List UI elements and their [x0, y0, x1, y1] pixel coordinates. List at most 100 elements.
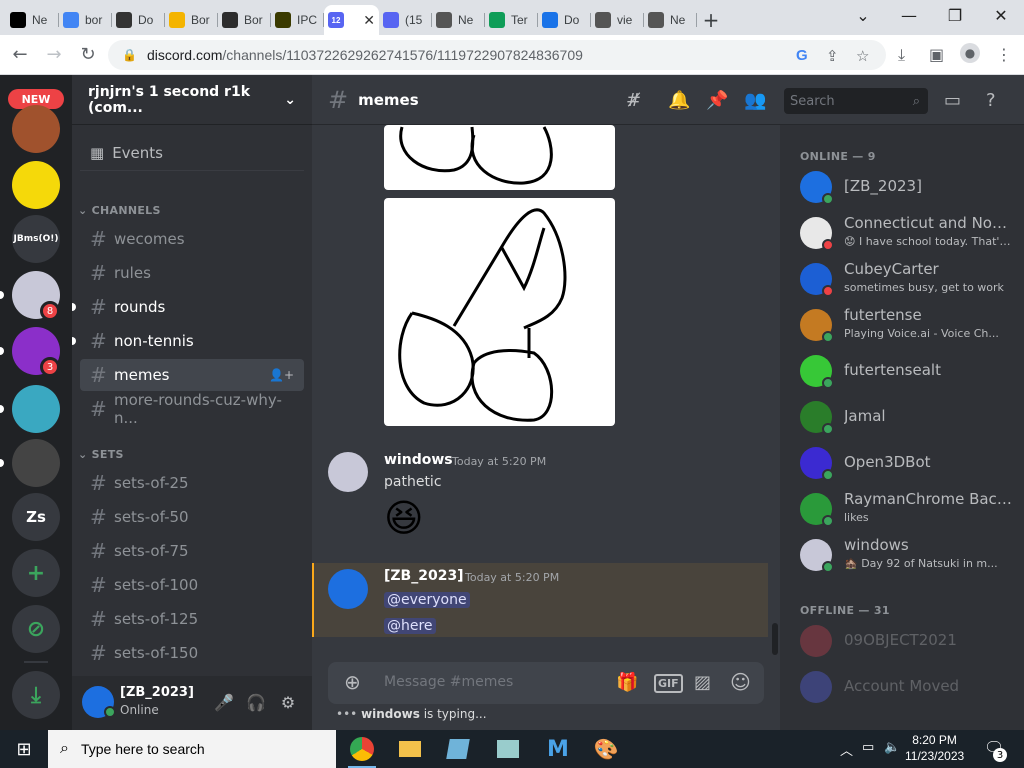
emoji-picker-icon[interactable]: ☺ [730, 670, 751, 694]
member-item-offline[interactable]: Account Moved [788, 665, 1016, 709]
browser-tab[interactable]: 12 ✕ [324, 5, 379, 35]
explore-servers-icon[interactable]: ⊘ [12, 605, 60, 653]
browser-tab[interactable]: Ne [432, 5, 485, 35]
channel-sets-of-125[interactable]: # sets-of-125 [80, 603, 304, 635]
profile-icon[interactable]: ● [960, 43, 980, 63]
message-author[interactable]: [ZB_2023] [384, 568, 464, 584]
close-window-icon[interactable]: ✕ [978, 0, 1024, 30]
member-item[interactable]: windows 🏚️ Day 92 of Natsuki in m... [788, 533, 1016, 577]
channel-wecomes[interactable]: # wecomes [80, 223, 304, 255]
mention-here[interactable]: @here [384, 615, 436, 634]
browser-tab[interactable]: bor [59, 5, 112, 35]
server-header[interactable]: rjnjrn's 1 second r1k (com... ⌄ [72, 75, 312, 125]
minimize-icon[interactable]: — [886, 0, 932, 30]
deafen-icon[interactable]: 🎧 [246, 692, 266, 712]
tray-chevron-icon[interactable]: ︿ [840, 740, 853, 759]
member-item-offline[interactable]: 09OBJECT2021 [788, 619, 1016, 663]
invite-member-icon[interactable]: 👤+ [269, 368, 294, 382]
channel-memes[interactable]: # memes 👤+ [80, 359, 304, 391]
drawing-image[interactable] [384, 198, 615, 426]
back-icon[interactable]: ← [6, 41, 34, 69]
download-icon[interactable]: ⤓ [898, 45, 905, 65]
close-tab-icon[interactable]: ✕ [363, 12, 375, 29]
network-icon[interactable]: ▭ [862, 740, 874, 755]
chrome-taskbar-icon[interactable] [340, 730, 384, 768]
reload-icon[interactable]: ↻ [74, 41, 102, 69]
app-taskbar-icon[interactable]: M [536, 730, 580, 768]
download-apps-icon[interactable]: ⤓ [12, 671, 60, 719]
browser-tab[interactable]: Ne [644, 5, 697, 35]
browser-tab[interactable]: Do [112, 5, 165, 35]
channel-rules[interactable]: # rules [80, 257, 304, 289]
tab-search-icon[interactable]: ⌄ [840, 0, 886, 30]
channel-more-rounds[interactable]: # more-rounds-cuz-why-n... [80, 391, 304, 427]
windows-start-icon[interactable]: ⊞ [0, 730, 48, 768]
channel-sets-of-50[interactable]: # sets-of-50 [80, 501, 304, 533]
member-item[interactable]: futertensealt [788, 349, 1016, 393]
gif-icon[interactable]: GIF [654, 674, 683, 693]
channel-sets-of-25[interactable]: # sets-of-25 [80, 467, 304, 499]
paint-taskbar-icon[interactable]: 🎨 [584, 730, 628, 768]
avatar[interactable] [328, 452, 368, 492]
avatar[interactable] [328, 569, 368, 609]
member-item[interactable]: RaymanChrome Back... likes [788, 487, 1016, 531]
pin-icon[interactable]: 📌 [706, 90, 728, 111]
browser-tab[interactable]: Bor [218, 5, 271, 35]
mention-everyone[interactable]: @everyone [384, 589, 470, 608]
browser-tab[interactable]: Bor [165, 5, 218, 35]
drawing-image-top[interactable] [384, 125, 615, 190]
add-attachment-icon[interactable]: ⊕ [344, 670, 361, 694]
forward-icon[interactable]: → [40, 41, 68, 69]
member-item[interactable]: futertense Playing Voice.ai - Voice Ch... [788, 303, 1016, 347]
member-list-icon[interactable]: 👥 [744, 90, 766, 111]
browser-tab[interactable]: IPC [271, 5, 324, 35]
events-item[interactable]: ▦ Events [80, 135, 304, 171]
settings-gear-icon[interactable]: ⚙ [278, 692, 298, 712]
app-taskbar-icon[interactable] [436, 730, 480, 768]
channel-sets-of-100[interactable]: # sets-of-100 [80, 569, 304, 601]
share-icon[interactable]: ⇪ [826, 47, 839, 65]
member-item[interactable]: CubeyCarter sometimes busy, get to work [788, 257, 1016, 301]
channel-non-tennis[interactable]: # non-tennis [72, 325, 304, 357]
google-lens-icon[interactable]: G [796, 47, 808, 64]
url-text[interactable]: discord.com/channels/1103722629262741576… [147, 47, 583, 63]
food-server-icon[interactable] [12, 105, 60, 153]
inbox-icon[interactable]: ▭ [944, 90, 961, 111]
bookmark-star-icon[interactable]: ☆ [856, 47, 869, 65]
file-explorer-icon[interactable] [388, 730, 432, 768]
browser-tab[interactable]: Ne [6, 5, 59, 35]
maximize-icon[interactable]: ❐ [932, 0, 978, 30]
volume-icon[interactable]: 🔈 [884, 740, 900, 755]
message-input[interactable] [384, 674, 604, 690]
gift-icon[interactable]: 🎁 [616, 672, 638, 693]
blob-server-icon[interactable] [12, 385, 60, 433]
side-panel-icon[interactable]: ▣ [929, 45, 944, 64]
member-item[interactable]: Jamal [788, 395, 1016, 439]
category-sets[interactable]: ⌄ SETS [78, 448, 124, 461]
add-server-icon[interactable]: + [12, 549, 60, 597]
message-item[interactable]: windows Today at 5:20 PM pathetic 😆 [312, 450, 780, 550]
text-server-icon[interactable]: JBms(O!) [12, 215, 60, 263]
browser-tab[interactable]: (15 [379, 5, 432, 35]
browser-tab[interactable]: vie [591, 5, 644, 35]
member-item[interactable]: Connecticut and Nort... 😟 I have school t… [788, 211, 1016, 255]
cat-server-icon[interactable] [12, 439, 60, 487]
scrollbar[interactable] [772, 623, 778, 655]
app-taskbar-icon[interactable] [486, 730, 530, 768]
channel-sets-of-75[interactable]: # sets-of-75 [80, 535, 304, 567]
search-input[interactable]: Search ⌕ [784, 88, 928, 114]
clock[interactable]: 8:20 PM 11/23/2023 [905, 732, 964, 764]
roblox-server-icon[interactable] [12, 161, 60, 209]
help-icon[interactable]: ? [986, 90, 996, 111]
menu-kebab-icon[interactable]: ⋮ [996, 45, 1012, 64]
message-author[interactable]: windows [384, 452, 453, 468]
category-channels[interactable]: ⌄ CHANNELS [78, 204, 161, 217]
mute-mic-icon[interactable]: 🎤 [214, 692, 234, 712]
browser-tab[interactable]: Ter [485, 5, 538, 35]
channel-rounds[interactable]: # rounds [72, 291, 304, 323]
notification-bell-icon[interactable]: 🔔 [668, 90, 690, 111]
message-item-mention[interactable]: [ZB_2023] Today at 5:20 PM @everyone @he… [312, 563, 768, 637]
sticker-icon[interactable]: ▨ [694, 672, 711, 693]
text-server-icon[interactable]: Zs [12, 493, 60, 541]
threads-icon[interactable]: #̸ [626, 90, 641, 111]
